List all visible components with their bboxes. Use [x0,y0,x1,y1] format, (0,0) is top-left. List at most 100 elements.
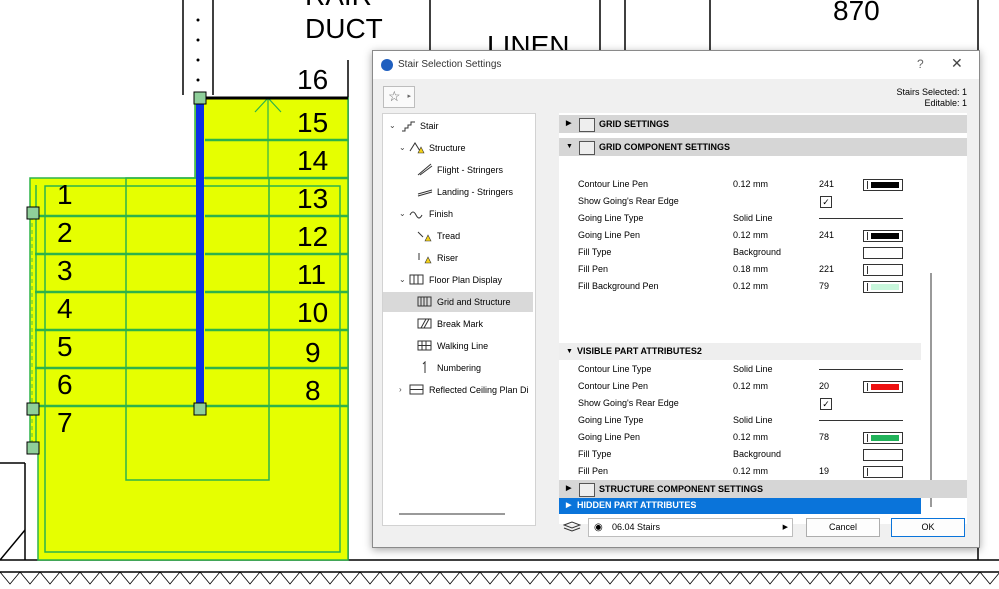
ok-button[interactable]: OK [891,518,965,537]
pen-number[interactable]: 241 [819,176,834,193]
step-number: 1 [57,179,73,210]
setting-value[interactable]: 0.18 mm [733,261,768,278]
section-grid-component-settings[interactable]: ▼ GRID COMPONENT SETTINGS [559,138,967,156]
setting-row[interactable]: Show Going's Rear Edge ✓ [559,395,921,412]
riser-icon [418,253,432,264]
hidden-part-attributes-header[interactable]: ▶ HIDDEN PART ATTRIBUTES [559,497,921,514]
setting-value[interactable]: Background [733,244,781,261]
setting-row[interactable]: Going Line Pen 0.12 mm 78 [559,429,921,446]
pen-number[interactable]: 241 [819,227,834,244]
vertical-scrollbar[interactable] [930,273,932,507]
favorites-button[interactable]: ☆ ▸ [383,86,415,108]
pen-number[interactable]: 19 [819,463,829,480]
setting-row[interactable]: Going Line Type Solid Line [559,210,921,227]
visible-part-attributes-header[interactable]: ▼ VISIBLE PART ATTRIBUTES2 [559,343,921,360]
setting-value[interactable]: 0.12 mm [733,278,768,295]
pen-number[interactable]: 79 [819,278,829,295]
layers-icon[interactable] [563,521,581,533]
tree-item-riser[interactable]: Riser [383,248,533,268]
tree-item-floor-plan-display[interactable]: ⌄ Floor Plan Display [383,270,533,290]
pen-swatch[interactable] [863,264,903,276]
setting-label: Contour Line Pen [578,381,649,391]
setting-row[interactable]: Show Going's Rear Edge ✓ [559,193,921,210]
setting-value[interactable]: 0.12 mm [733,227,768,244]
checkbox[interactable]: ✓ [820,196,832,208]
tree-item-grid-and-structure[interactable]: Grid and Structure [383,292,533,312]
title-bar[interactable]: Stair Selection Settings ? ✕ [373,51,979,79]
tree-item-label: Stair [420,121,439,131]
tree-item-label: Grid and Structure [437,297,511,307]
section-grid-settings[interactable]: ▶ GRID SETTINGS [559,115,967,133]
section-structure-component-settings[interactable]: ▶ STRUCTURE COMPONENT SETTINGS [559,480,967,498]
pen-swatch[interactable] [863,381,903,393]
pen-swatch[interactable] [863,281,903,293]
fill-preview[interactable] [863,449,903,461]
setting-value[interactable]: 0.12 mm [733,378,768,395]
tree-item-numbering[interactable]: Numbering [383,358,533,378]
step-number: 10 [297,297,328,328]
help-button[interactable]: ? [917,57,924,71]
setting-row[interactable]: Fill Type Background [559,244,921,261]
chevron-down-icon[interactable]: ⌄ [389,116,398,136]
setting-row[interactable]: Fill Background Pen 0.12 mm 79 [559,278,921,295]
tree-item-tread[interactable]: Tread [383,226,533,246]
pen-swatch[interactable] [863,432,903,444]
setting-value[interactable]: Solid Line [733,412,773,429]
setting-value[interactable]: 0.12 mm [733,429,768,446]
chevron-right-icon: ▸ [407,93,411,100]
setting-label: Going Line Type [578,213,644,223]
tree-item-structure[interactable]: ⌄ Structure [383,138,533,158]
pen-number[interactable]: 78 [819,429,829,446]
chevron-down-icon[interactable]: ⌄ [399,204,408,224]
tree-item-flight-stringers[interactable]: Flight - Stringers [383,160,533,180]
tree-item-finish[interactable]: ⌄ Finish [383,204,533,224]
setting-row[interactable]: Fill Pen 0.12 mm 19 [559,463,921,480]
setting-value[interactable]: Solid Line [733,210,773,227]
pen-swatch[interactable] [863,466,903,478]
setting-value[interactable]: Solid Line [733,361,773,378]
archicad-app-icon [381,59,393,71]
tread-icon [417,231,432,242]
tree-item-landing-stringers[interactable]: Landing - Stringers [383,182,533,202]
chevron-down-icon[interactable]: ⌄ [399,270,408,290]
bottom-bar: ◉ 06.04 Stairs ▶ Cancel OK [373,513,979,547]
layer-selector[interactable]: ◉ 06.04 Stairs ▶ [588,518,793,537]
tree-item-reflected-ceiling-plan[interactable]: › Reflected Ceiling Plan Di [383,380,533,400]
pen-swatch[interactable] [863,179,903,191]
cancel-button[interactable]: Cancel [806,518,880,537]
triangle-down-icon: ▼ [566,143,573,150]
grid-icon [417,296,432,307]
fill-preview[interactable] [863,247,903,259]
break-mark-icon [417,318,432,329]
setting-value[interactable]: 0.12 mm [733,463,768,480]
setting-row[interactable]: Contour Line Pen 0.12 mm 20 [559,378,921,395]
pen-number[interactable]: 221 [819,261,834,278]
setting-label: Fill Type [578,449,612,459]
setting-value[interactable]: 0.12 mm [733,176,768,193]
tree-item-stair[interactable]: ⌄ Stair [383,116,533,136]
structure-icon [409,142,425,154]
chevron-down-icon[interactable]: ⌄ [399,138,408,158]
setting-row[interactable]: Fill Pen 0.18 mm 221 [559,261,921,278]
setting-row[interactable]: Contour Line Type Solid Line [559,361,921,378]
tree-item-walking-line[interactable]: Walking Line [383,336,533,356]
setting-row[interactable]: Going Line Type Solid Line [559,412,921,429]
setting-row[interactable]: Contour Line Pen 0.12 mm 241 [559,176,921,193]
setting-row[interactable]: Fill Type Background [559,446,921,463]
section-title: GRID SETTINGS [599,119,670,129]
line-type-preview [819,420,903,421]
setting-label: Fill Pen [578,466,609,476]
setting-value[interactable]: Background [733,446,781,463]
checkbox[interactable]: ✓ [820,398,832,410]
tree-item-label: Finish [429,209,454,219]
close-button[interactable]: ✕ [951,55,963,72]
pen-number[interactable]: 20 [819,378,829,395]
chevron-right-icon[interactable]: › [399,380,408,400]
tree-item-break-mark[interactable]: Break Mark [383,314,533,334]
triangle-down-icon: ▼ [566,348,573,355]
pen-swatch[interactable] [863,230,903,242]
settings-tree[interactable]: ⌄ Stair ⌄ Structure Flight - Stringers L… [382,113,536,526]
step-number: 15 [297,107,328,138]
setting-label: Fill Pen [578,264,609,274]
setting-row[interactable]: Going Line Pen 0.12 mm 241 [559,227,921,244]
